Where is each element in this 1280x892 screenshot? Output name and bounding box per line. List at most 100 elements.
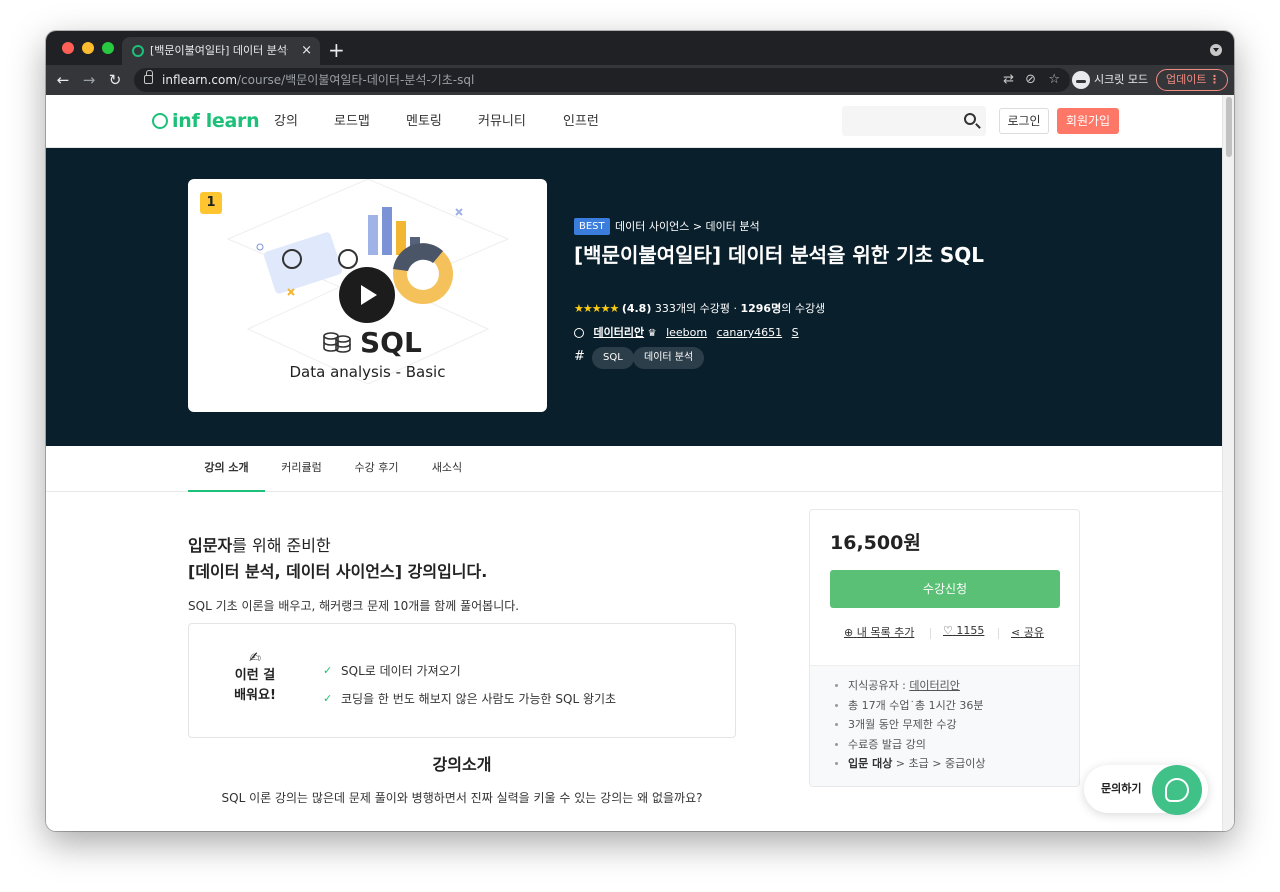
enroll-button[interactable]: 수강신청 [830,570,1060,608]
update-button[interactable]: 업데이트 ⋮ [1156,69,1228,91]
nav-item-mentoring[interactable]: 멘토링 [406,95,442,148]
instructor-main-link[interactable]: 데이터리안 [594,326,645,339]
page-viewport: inf learn 강의 로드맵 멘토링 커뮤니티 인프런 로그인 회원가입 1… [46,95,1234,831]
student-count-suffix: 의 수강생 [781,302,826,315]
chat-leaf-icon [1165,778,1189,802]
instructor-link[interactable]: leebom [666,326,707,339]
info-level-label: 입문 대상 [848,757,893,771]
writing-hand-icon: ✍ [249,650,261,666]
browser-titlebar: [백문이불여일타] 데이터 분석을 위한 기초 SQL × + [46,31,1234,65]
price-card: 16,500원 수강신청 ⊕ 내 목록 추가 ♡ 1155 ⋖ 공유 지식공유자… [809,509,1080,787]
lock-icon[interactable] [144,70,153,84]
back-arrow-icon[interactable]: ← [52,69,74,91]
thumbnail-title: SQL [322,326,422,360]
nav-item-lectures[interactable]: 강의 [274,95,298,148]
play-video-icon[interactable] [339,267,395,323]
course-thumbnail[interactable]: 1 SQL Data analysis - Basic [188,179,547,412]
incognito-icon [1072,71,1090,89]
tab-close-icon[interactable]: × [301,37,312,65]
reload-icon[interactable]: ↻ [104,69,126,91]
plus-circle-icon: ⊕ [844,626,854,639]
update-label: 업데이트 [1166,73,1207,86]
tab-curriculum[interactable]: 커리큘럼 [273,446,330,492]
more-menu-icon[interactable]: ⋮ [1209,70,1220,90]
intro-heading: 입문자를 위해 준비한 [데이터 분석, 데이터 사이언스] 강의입니다. [188,533,487,585]
action-divider [998,628,999,639]
intro-description: SQL 기초 이론을 배우고, 해커랭크 문제 10개를 함께 풀어봅니다. [188,599,520,613]
like-count: 1155 [956,624,985,637]
share-button[interactable]: ⋖ 공유 [1011,624,1044,640]
address-bar[interactable]: inflearn.com/course/백문이불여일타-데이터-분석-기초-sq… [134,68,1070,92]
database-icon [323,332,351,353]
review-count[interactable]: 333개의 수강평 [655,302,730,315]
scrollbar-thumb[interactable] [1226,97,1232,157]
logo-text: inf learn [172,110,260,132]
eye-off-icon[interactable]: ⊘ [1025,68,1036,92]
learn-heading-line1: 이런 걸 [234,668,276,683]
course-category[interactable]: 데이터 사이언스 > 데이터 분석 [615,217,760,236]
login-button[interactable]: 로그인 [999,108,1049,134]
info-level: 입문 대상 > 초급 > 중급이상 [810,754,1079,774]
info-sharer-link[interactable]: 데이터리안 [909,679,960,692]
bookmark-star-icon[interactable]: ☆ [1048,68,1060,92]
browser-tab[interactable]: [백문이불여일타] 데이터 분석을 위한 기초 SQL × [122,37,320,65]
learn-item: ✓ SQL로 데이터 가져오기 [323,657,616,685]
tag-sql[interactable]: SQL [592,347,634,369]
signup-button[interactable]: 회원가입 [1057,108,1119,134]
check-icon: ✓ [323,664,333,677]
course-price: 16,500원 [830,532,921,554]
instructor-link[interactable]: canary4651 [717,326,783,339]
like-button[interactable]: ♡ 1155 [943,624,984,637]
crown-icon: ♛ [647,328,657,339]
inflearn-logo[interactable]: inf learn [152,109,260,133]
action-divider [930,628,931,639]
hashtag-icon: # [574,349,585,364]
close-window-button[interactable] [62,42,74,54]
course-hero: 1 SQL Data analysis - Basic BEST 데이터 사이언… [46,148,1222,446]
inquiry-label: 문의하기 [1101,782,1142,795]
rating-row: ★★★★★ (4.8) 333개의 수강평 · 1296명의 수강생 [574,300,825,318]
maximize-window-button[interactable] [102,42,114,54]
learn-box: ✍ 이런 걸 배워요! ✓ SQL로 데이터 가져오기 ✓ 코딩을 한 번도 해… [188,623,736,738]
nav-item-inflearn[interactable]: 인프런 [563,95,599,148]
tab-reviews[interactable]: 수강 후기 [348,446,405,492]
tag-data-analysis[interactable]: 데이터 분석 [633,347,705,369]
thumbnail-sql-text: SQL [360,326,422,359]
tab-search-icon[interactable] [1210,44,1222,56]
info-sharer: 지식공유자 : 데이터리안 [810,676,1079,696]
url-host: inflearn.com [162,73,238,87]
new-tab-button[interactable]: + [328,37,345,63]
translate-icon[interactable]: ⇄ [1003,68,1014,92]
minimize-window-button[interactable] [82,42,94,54]
tab-news[interactable]: 새소식 [425,446,469,492]
browser-window: [백문이불여일타] 데이터 분석을 위한 기초 SQL × + ← → ↻ in… [46,31,1234,831]
student-count: 1296명 [740,302,782,315]
browser-toolbar: ← → ↻ inflearn.com/course/백문이불여일타-데이터-분석… [46,65,1234,95]
logo-icon [152,113,168,129]
site-search-input[interactable] [842,106,986,136]
rating-stars-icon: ★★★★★ [574,302,619,315]
best-badge: BEST [574,218,610,235]
info-sharer-label: 지식공유자 : [848,679,910,692]
instructor-link[interactable]: S [792,326,799,339]
add-to-list-button[interactable]: ⊕ 내 목록 추가 [844,624,914,640]
nav-item-community[interactable]: 커뮤니티 [478,95,526,148]
forward-arrow-icon[interactable]: → [78,69,100,91]
chat-button[interactable] [1152,765,1202,815]
site-header: inf learn 강의 로드맵 멘토링 커뮤니티 인프런 로그인 회원가입 [46,95,1222,148]
info-certificate: 수료증 발급 강의 [810,735,1079,755]
learn-heading-line2: 배워요! [234,688,276,703]
incognito-indicator[interactable]: 시크릿 모드 [1072,69,1148,91]
instructor-row: 데이터리안 ♛ leebom canary4651 S [574,324,799,343]
section-title: 강의소개 [432,755,492,774]
tab-intro[interactable]: 강의 소개 [188,446,265,492]
nav-item-roadmap[interactable]: 로드맵 [334,95,370,148]
intro-heading-line2: [데이터 분석, 데이터 사이언스] 강의입니다. [188,562,488,581]
section-description: SQL 이론 강의는 많은데 문제 풀이와 병행하면서 진짜 실력을 키울 수 … [221,791,703,805]
learn-item-text: SQL로 데이터 가져오기 [341,664,461,678]
info-lessons: 총 17개 수업˙총 1시간 36분 [810,696,1079,716]
page-scrollbar[interactable] [1222,95,1234,831]
inflearn-favicon-icon [132,45,144,57]
search-icon[interactable] [964,113,976,125]
course-title: [백문이불여일타] 데이터 분석을 위한 기초 SQL [574,243,985,267]
